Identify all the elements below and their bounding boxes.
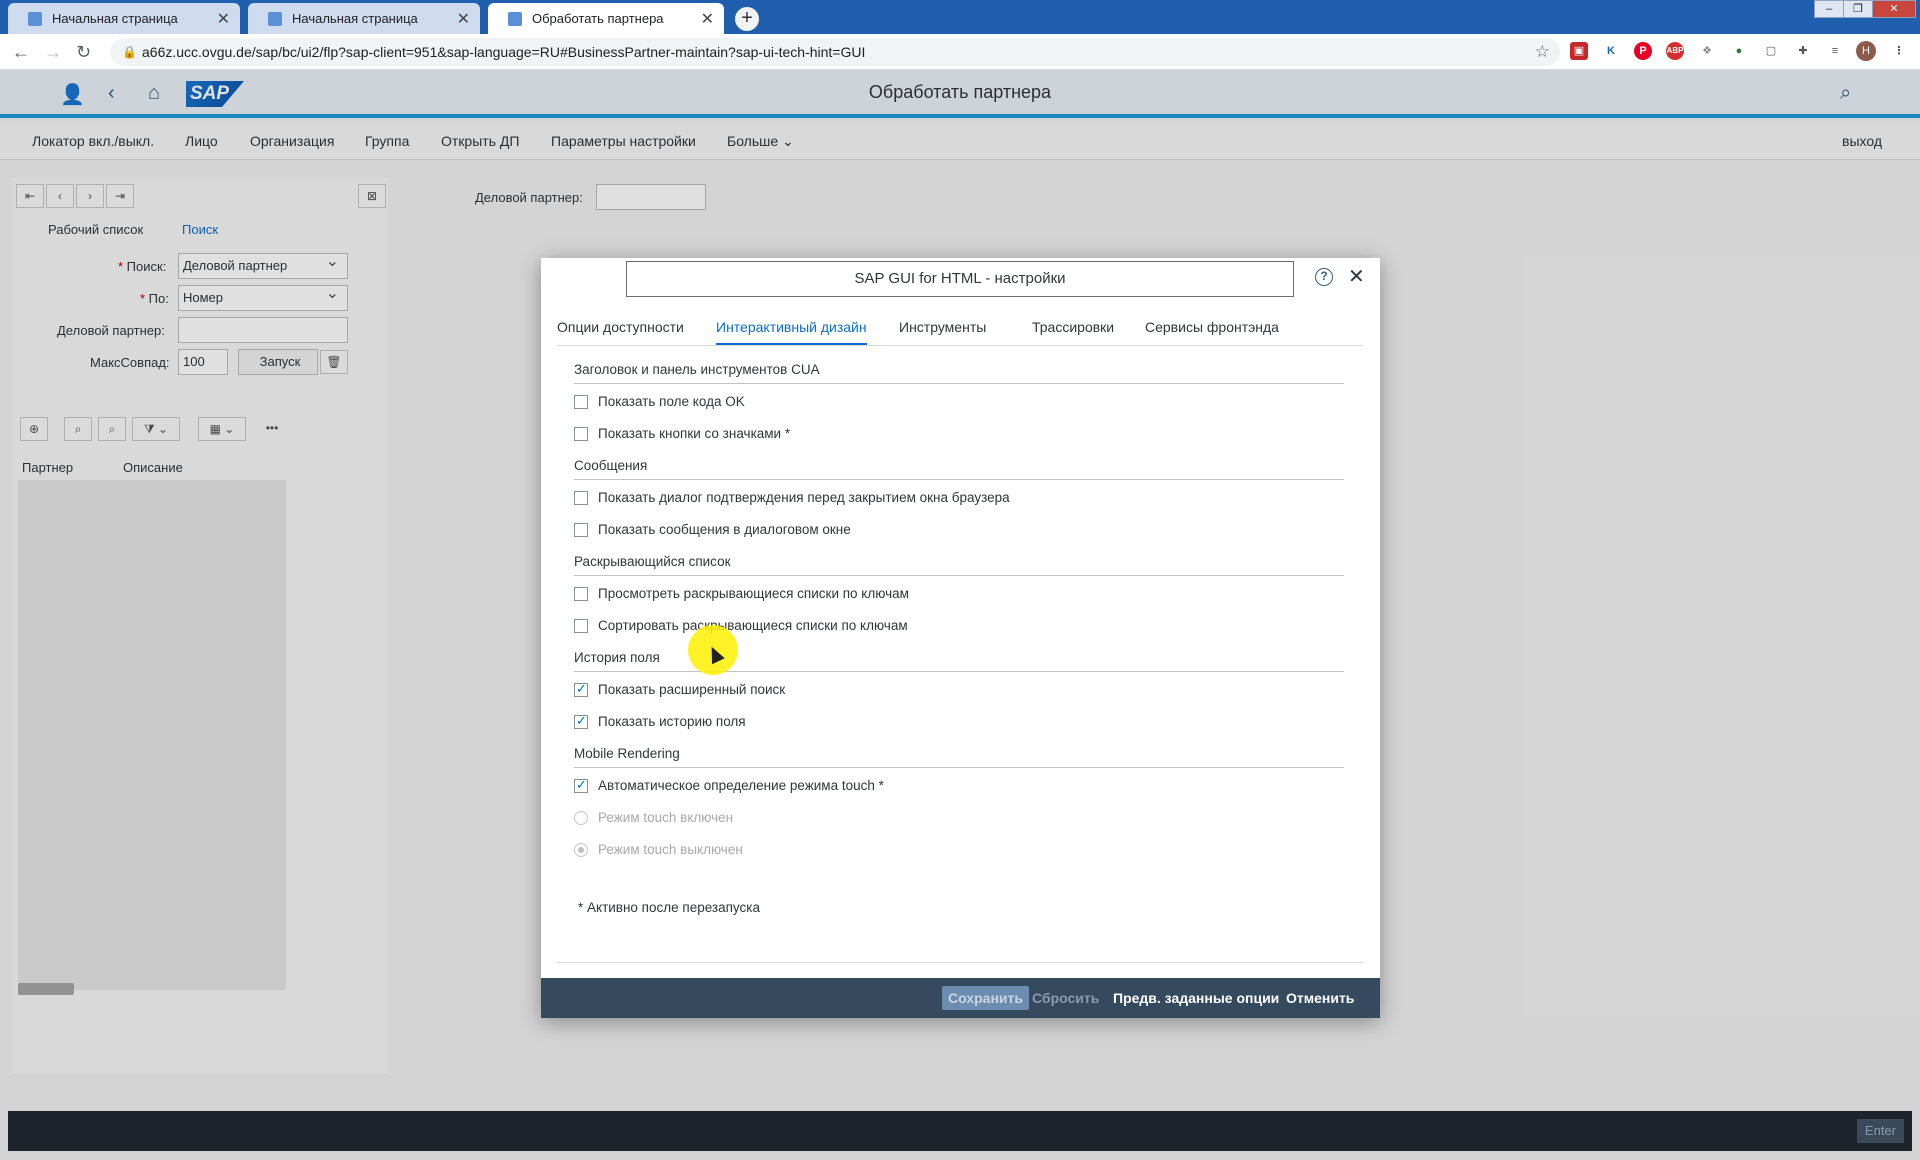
minimize-button[interactable]: – — [1814, 0, 1844, 18]
browser-toolbar: ← → ↻ 🔒 a66z.ucc.ovgu.de/sap/bc/ui2/flp?… — [0, 34, 1920, 70]
restore-button[interactable]: ❐ — [1843, 0, 1873, 18]
option-label: Режим touch выключен — [598, 842, 743, 857]
option-label: Показать диалог подтверждения перед закр… — [598, 490, 1010, 505]
sap-favicon-icon — [508, 11, 522, 26]
option-label: Автоматическое определение режима touch … — [598, 778, 884, 793]
bookmark-star-icon[interactable]: ☆ — [1535, 38, 1550, 66]
option-touch-on: Режим touch включен — [574, 810, 733, 825]
extension-icon[interactable]: ▢ — [1762, 42, 1780, 60]
cancel-button[interactable]: Отменить — [1286, 986, 1354, 1010]
extension-icon[interactable]: ▣ — [1570, 42, 1588, 60]
save-button[interactable]: Сохранить — [942, 986, 1029, 1010]
status-bar: Enter — [8, 1111, 1912, 1151]
tab-tools[interactable]: Инструменты — [899, 319, 986, 343]
browser-tab-label: Начальная страница — [52, 11, 178, 26]
close-icon[interactable]: ✕ — [1348, 264, 1365, 289]
browser-tab-label: Обработать партнера — [532, 11, 664, 26]
option-label: Режим touch включен — [598, 810, 734, 825]
reset-button[interactable]: Сбросить — [1032, 986, 1099, 1010]
option-label: Сортировать раскрывающиеся списки по клю… — [598, 618, 908, 633]
close-icon[interactable]: ✕ — [217, 9, 230, 29]
browser-tabstrip: Начальная страница ✕ Начальная страница … — [0, 0, 1920, 34]
radio-button-selected — [574, 842, 588, 857]
sap-favicon-icon — [268, 11, 282, 26]
option-confirm-close[interactable]: Показать диалог подтверждения перед закр… — [574, 490, 1010, 505]
checkbox-checked[interactable] — [574, 777, 588, 793]
option-extended-search[interactable]: Показать расширенный поиск — [574, 681, 786, 697]
divider — [557, 962, 1363, 963]
defaults-button[interactable]: Предв. заданные опции — [1113, 986, 1279, 1010]
option-touch-auto[interactable]: Автоматическое определение режима touch … — [574, 777, 884, 793]
restart-footnote: * Активно после перезапуска — [578, 900, 760, 915]
evernote-icon[interactable]: ● — [1730, 42, 1748, 60]
reload-icon[interactable]: ↻ — [76, 42, 91, 62]
browser-tab[interactable]: Начальная страница ✕ — [248, 3, 480, 34]
puzzle-icon[interactable]: ✚ — [1794, 42, 1812, 60]
option-messages-dialog[interactable]: Показать сообщения в диалоговом окне — [574, 522, 851, 537]
browser-tab-label: Начальная страница — [292, 11, 418, 26]
dialog-footer: Сохранить Сбросить Предв. заданные опции… — [541, 978, 1380, 1018]
back-arrow-icon[interactable]: ← — [12, 42, 30, 62]
option-view-keys[interactable]: Просмотреть раскрывающиеся списки по клю… — [574, 586, 909, 601]
section-mobile: Mobile Rendering — [574, 746, 1344, 768]
sap-favicon-icon — [28, 11, 42, 26]
settings-dialog: SAP GUI for HTML - настройки ? ✕ Опции д… — [541, 258, 1380, 1018]
option-icon-buttons[interactable]: Показать кнопки со значками * — [574, 426, 790, 441]
tab-frontend-services[interactable]: Сервисы фронтэнда — [1145, 319, 1279, 343]
option-sort-keys[interactable]: Сортировать раскрывающиеся списки по клю… — [574, 618, 908, 633]
tab-traces[interactable]: Трассировки — [1032, 319, 1114, 343]
option-ok-code[interactable]: Показать поле кода OK — [574, 394, 745, 409]
tab-interaction-design[interactable]: Интерактивный дизайн — [716, 319, 867, 345]
dialog-title: SAP GUI for HTML - настройки — [626, 261, 1294, 297]
option-label: Показать кнопки со значками * — [598, 426, 791, 441]
new-tab-button[interactable]: + — [735, 7, 759, 31]
option-touch-off: Режим touch выключен — [574, 842, 743, 857]
close-icon[interactable]: ✕ — [701, 9, 714, 29]
address-bar[interactable]: 🔒 a66z.ucc.ovgu.de/sap/bc/ui2/flp?sap-cl… — [110, 38, 1560, 66]
close-icon[interactable]: ✕ — [457, 9, 470, 29]
section-cua: Заголовок и панель инструментов CUA — [574, 362, 1344, 384]
extension-icon[interactable]: ❖ — [1698, 42, 1716, 60]
option-field-history[interactable]: Показать историю поля — [574, 713, 746, 729]
option-label: Показать расширенный поиск — [598, 682, 786, 697]
checkbox[interactable] — [574, 522, 588, 537]
radio-button — [574, 810, 588, 825]
more-vert-icon[interactable]: ⋮ — [1890, 42, 1908, 60]
forward-arrow-icon[interactable]: → — [44, 42, 62, 62]
checkbox-checked[interactable] — [574, 681, 588, 697]
media-icon[interactable]: ≡ — [1826, 42, 1844, 60]
dialog-tabs: Опции доступности Интерактивный дизайн И… — [557, 314, 1363, 346]
enter-button[interactable]: Enter — [1856, 1119, 1904, 1143]
tab-accessibility[interactable]: Опции доступности — [557, 319, 684, 343]
profile-avatar[interactable]: H — [1856, 41, 1876, 61]
checkbox[interactable] — [574, 586, 588, 601]
option-label: Показать поле кода OK — [598, 394, 745, 409]
checkbox-checked[interactable] — [574, 713, 588, 729]
option-label: Показать историю поля — [598, 714, 746, 729]
help-icon[interactable]: ? — [1315, 268, 1333, 286]
option-label: Просмотреть раскрывающиеся списки по клю… — [598, 586, 909, 601]
option-label: Показать сообщения в диалоговом окне — [598, 522, 851, 537]
browser-tab-active[interactable]: Обработать партнера ✕ — [488, 3, 724, 34]
checkbox[interactable] — [574, 426, 588, 441]
checkbox[interactable] — [574, 394, 588, 409]
browser-tab[interactable]: Начальная страница ✕ — [8, 3, 240, 34]
extension-icon[interactable]: K — [1602, 42, 1620, 60]
section-messages: Сообщения — [574, 458, 1344, 480]
checkbox[interactable] — [574, 490, 588, 505]
adblock-icon[interactable]: ABP — [1666, 42, 1684, 60]
checkbox[interactable] — [574, 618, 588, 633]
pinterest-icon[interactable]: P — [1634, 42, 1652, 60]
window-close-button[interactable]: ✕ — [1872, 0, 1916, 18]
section-dropdown: Раскрывающийся список — [574, 554, 1344, 576]
lock-icon: 🔒 — [122, 45, 137, 59]
url-text: a66z.ucc.ovgu.de/sap/bc/ui2/flp?sap-clie… — [142, 44, 866, 60]
